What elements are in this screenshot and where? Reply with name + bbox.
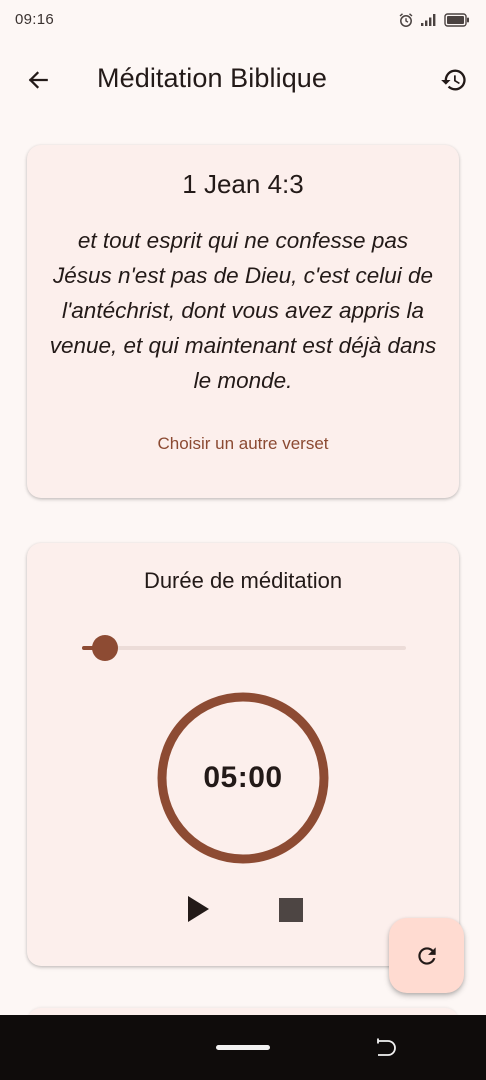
stop-button[interactable] <box>273 892 309 928</box>
duration-label: Durée de méditation <box>143 568 343 593</box>
system-nav-bar <box>0 1015 486 1080</box>
nav-back-icon[interactable] <box>374 1037 398 1059</box>
app-bar: Méditation Biblique <box>0 48 486 112</box>
verse-card: 1 Jean 4:3 et tout esprit qui ne confess… <box>27 145 459 498</box>
play-icon <box>188 896 209 922</box>
slider-track <box>82 646 406 650</box>
refresh-icon <box>417 946 436 965</box>
play-button[interactable] <box>179 891 215 927</box>
history-icon <box>441 69 466 91</box>
timer-card: Durée de méditation 05:00 <box>27 543 459 966</box>
choose-verse-button[interactable]: Choisir un autre verset <box>27 434 459 454</box>
stop-icon <box>279 898 303 922</box>
refresh-fab[interactable] <box>389 918 464 993</box>
page-title: Méditation Biblique <box>97 63 328 93</box>
history-button[interactable] <box>436 62 472 98</box>
verse-reference: 1 Jean 4:3 <box>182 169 304 199</box>
status-time: 09:16 <box>15 11 55 28</box>
alarm-icon <box>399 13 413 27</box>
timer-display: 05:00 <box>203 761 283 794</box>
battery-icon <box>444 13 469 27</box>
status-bar: 09:16 <box>0 0 486 44</box>
verse-text: et tout esprit qui ne confesse pas Jésus… <box>49 228 437 393</box>
arrow-left-icon <box>28 71 48 89</box>
back-button[interactable] <box>20 62 56 98</box>
meditation-screen: 09:16 Méditation Biblique 1 Jean 4:3 et … <box>0 0 486 1080</box>
slider-thumb[interactable] <box>91 635 118 661</box>
status-icons <box>398 12 470 28</box>
duration-slider[interactable] <box>82 635 406 661</box>
home-gesture-pill[interactable] <box>216 1045 270 1050</box>
signal-icon <box>421 14 436 26</box>
